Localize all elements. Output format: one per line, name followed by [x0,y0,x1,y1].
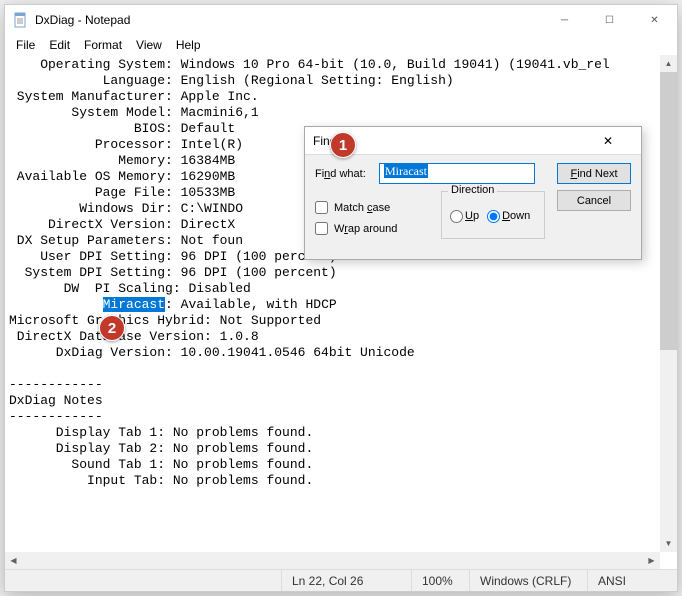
direction-label: Direction [448,184,497,196]
menu-format[interactable]: Format [77,36,129,54]
minimize-button[interactable]: ─ [542,5,587,35]
direction-up-radio[interactable]: Up [450,210,479,223]
status-position: Ln 22, Col 26 [281,570,411,591]
cancel-button[interactable]: Cancel [557,190,631,211]
find-what-label: Find what: [315,168,373,180]
menu-file[interactable]: File [9,36,42,54]
status-encoding: ANSI [587,570,677,591]
menu-view[interactable]: View [129,36,169,54]
scroll-down-icon[interactable]: ▼ [660,535,677,552]
highlighted-match: Miracast [103,297,165,312]
scroll-thumb-v[interactable] [660,72,677,350]
menubar: File Edit Format View Help [5,35,677,55]
find-next-button[interactable]: Find Next [557,163,631,184]
notepad-window: DxDiag - Notepad ─ ☐ ✕ File Edit Format … [4,4,678,592]
find-close-button[interactable]: ✕ [603,127,641,154]
direction-down-radio[interactable]: Down [487,210,530,223]
status-eol: Windows (CRLF) [469,570,587,591]
find-title-text: Find [313,134,603,148]
annotation-badge-1: 1 [330,132,356,158]
window-title: DxDiag - Notepad [35,13,542,27]
notepad-icon [13,12,29,28]
close-button[interactable]: ✕ [632,5,677,35]
close-icon: ✕ [603,134,641,148]
scrollbar-horizontal[interactable]: ◀ ▶ [5,552,660,569]
scroll-left-icon[interactable]: ◀ [5,552,22,569]
statusbar: Ln 22, Col 26 100% Windows (CRLF) ANSI [5,569,677,591]
wrap-around-checkbox[interactable]: Wrap around [315,222,397,235]
menu-edit[interactable]: Edit [42,36,77,54]
maximize-button[interactable]: ☐ [587,5,632,35]
match-case-checkbox[interactable]: Match case [315,201,390,214]
scroll-right-icon[interactable]: ▶ [643,552,660,569]
scrollbar-vertical[interactable]: ▲ ▼ [660,55,677,552]
titlebar[interactable]: DxDiag - Notepad ─ ☐ ✕ [5,5,677,35]
annotation-badge-2: 2 [99,315,125,341]
menu-help[interactable]: Help [169,36,208,54]
status-zoom: 100% [411,570,469,591]
direction-group: Direction Up Down [441,191,545,239]
find-what-input[interactable]: Miracast [379,163,535,184]
scroll-up-icon[interactable]: ▲ [660,55,677,72]
